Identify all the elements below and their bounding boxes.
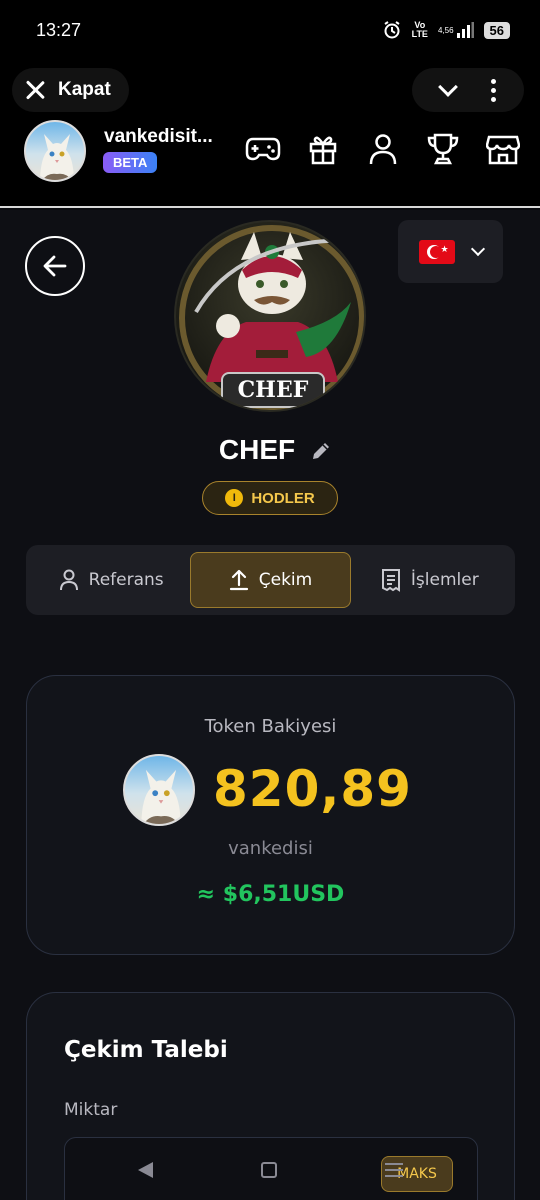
shop-icon (486, 135, 520, 165)
system-navigation (0, 1140, 540, 1200)
shop-button[interactable] (484, 130, 522, 168)
app-header: Kapat vankedisit... BETA (0, 62, 540, 208)
signal-icon: 4,56 (438, 22, 474, 38)
upload-icon (229, 569, 248, 591)
leaderboard-button[interactable] (424, 130, 462, 168)
more-options-button[interactable] (479, 70, 509, 110)
user-icon (369, 134, 397, 165)
tab-cekim[interactable]: Çekim (190, 552, 351, 608)
language-selector[interactable]: ★ (398, 220, 503, 283)
arrow-left-icon (43, 255, 67, 277)
collapse-button[interactable] (428, 70, 468, 110)
beta-badge: BETA (103, 152, 158, 173)
user-avatar[interactable] (24, 120, 86, 182)
withdraw-title: Çekim Talebi (64, 1037, 228, 1063)
main-content: ★ CHEF CHEF I HODLER Referans Çekim İşle… (0, 210, 540, 1200)
receipt-icon (381, 569, 400, 592)
chevron-down-icon (470, 241, 485, 257)
system-recents-icon[interactable] (384, 1163, 403, 1177)
status-icons: Vo LTE 4,56 56 (382, 20, 510, 40)
menu-controls (412, 68, 524, 112)
games-button[interactable] (244, 130, 282, 168)
volte-icon: Vo LTE (411, 20, 428, 39)
status-bar: 13:27 Vo LTE 4,56 56 (0, 0, 540, 62)
balance-title: Token Bakiyesi (204, 716, 337, 737)
close-button[interactable]: Kapat (12, 68, 129, 112)
hodler-badge: I HODLER (202, 481, 338, 515)
top-nav (244, 130, 522, 168)
gift-icon (309, 136, 337, 165)
gifts-button[interactable] (304, 130, 342, 168)
system-home-icon[interactable] (260, 1162, 277, 1178)
balance-usd: ≈ $6,51USD (196, 882, 345, 907)
status-time: 13:27 (36, 20, 82, 40)
balance-amount: 820,89 (213, 760, 412, 818)
username: vankedisit... (104, 126, 213, 147)
balance-unit: vankedisi (228, 838, 313, 859)
coin-icon: I (225, 489, 244, 507)
network-speed: 4,56 (437, 25, 454, 35)
battery-indicator: 56 (483, 21, 510, 39)
close-icon (24, 79, 46, 101)
kebab-icon (491, 78, 496, 102)
chevron-down-icon (437, 77, 458, 97)
back-button[interactable] (25, 236, 85, 296)
tab-label: Referans (88, 570, 164, 590)
tab-referans[interactable]: Referans (32, 552, 190, 608)
close-label: Kapat (58, 79, 111, 100)
alarm-icon (382, 20, 402, 40)
system-back-icon[interactable] (137, 1162, 153, 1178)
edit-icon[interactable] (310, 440, 332, 462)
turkey-flag-icon: ★ (418, 239, 455, 264)
profile-image: CHEF (174, 220, 366, 412)
tab-label: İşlemler (410, 570, 479, 590)
profile-name: CHEF (218, 434, 296, 465)
token-balance-card: Token Bakiyesi 820,89 vankedisi ≈ $6,51U… (26, 675, 515, 955)
trophy-icon (427, 133, 459, 165)
amount-label: Miktar (64, 1100, 118, 1120)
profile-image-caption: CHEF (221, 372, 325, 408)
tab-label: Çekim (258, 570, 313, 590)
user-icon (59, 569, 78, 591)
token-avatar (123, 754, 195, 826)
tab-bar: Referans Çekim İşlemler (26, 545, 515, 615)
profile-button[interactable] (364, 130, 402, 168)
tab-islemler[interactable]: İşlemler (351, 552, 509, 608)
badge-label: HODLER (251, 489, 315, 507)
gamepad-icon (245, 137, 281, 161)
